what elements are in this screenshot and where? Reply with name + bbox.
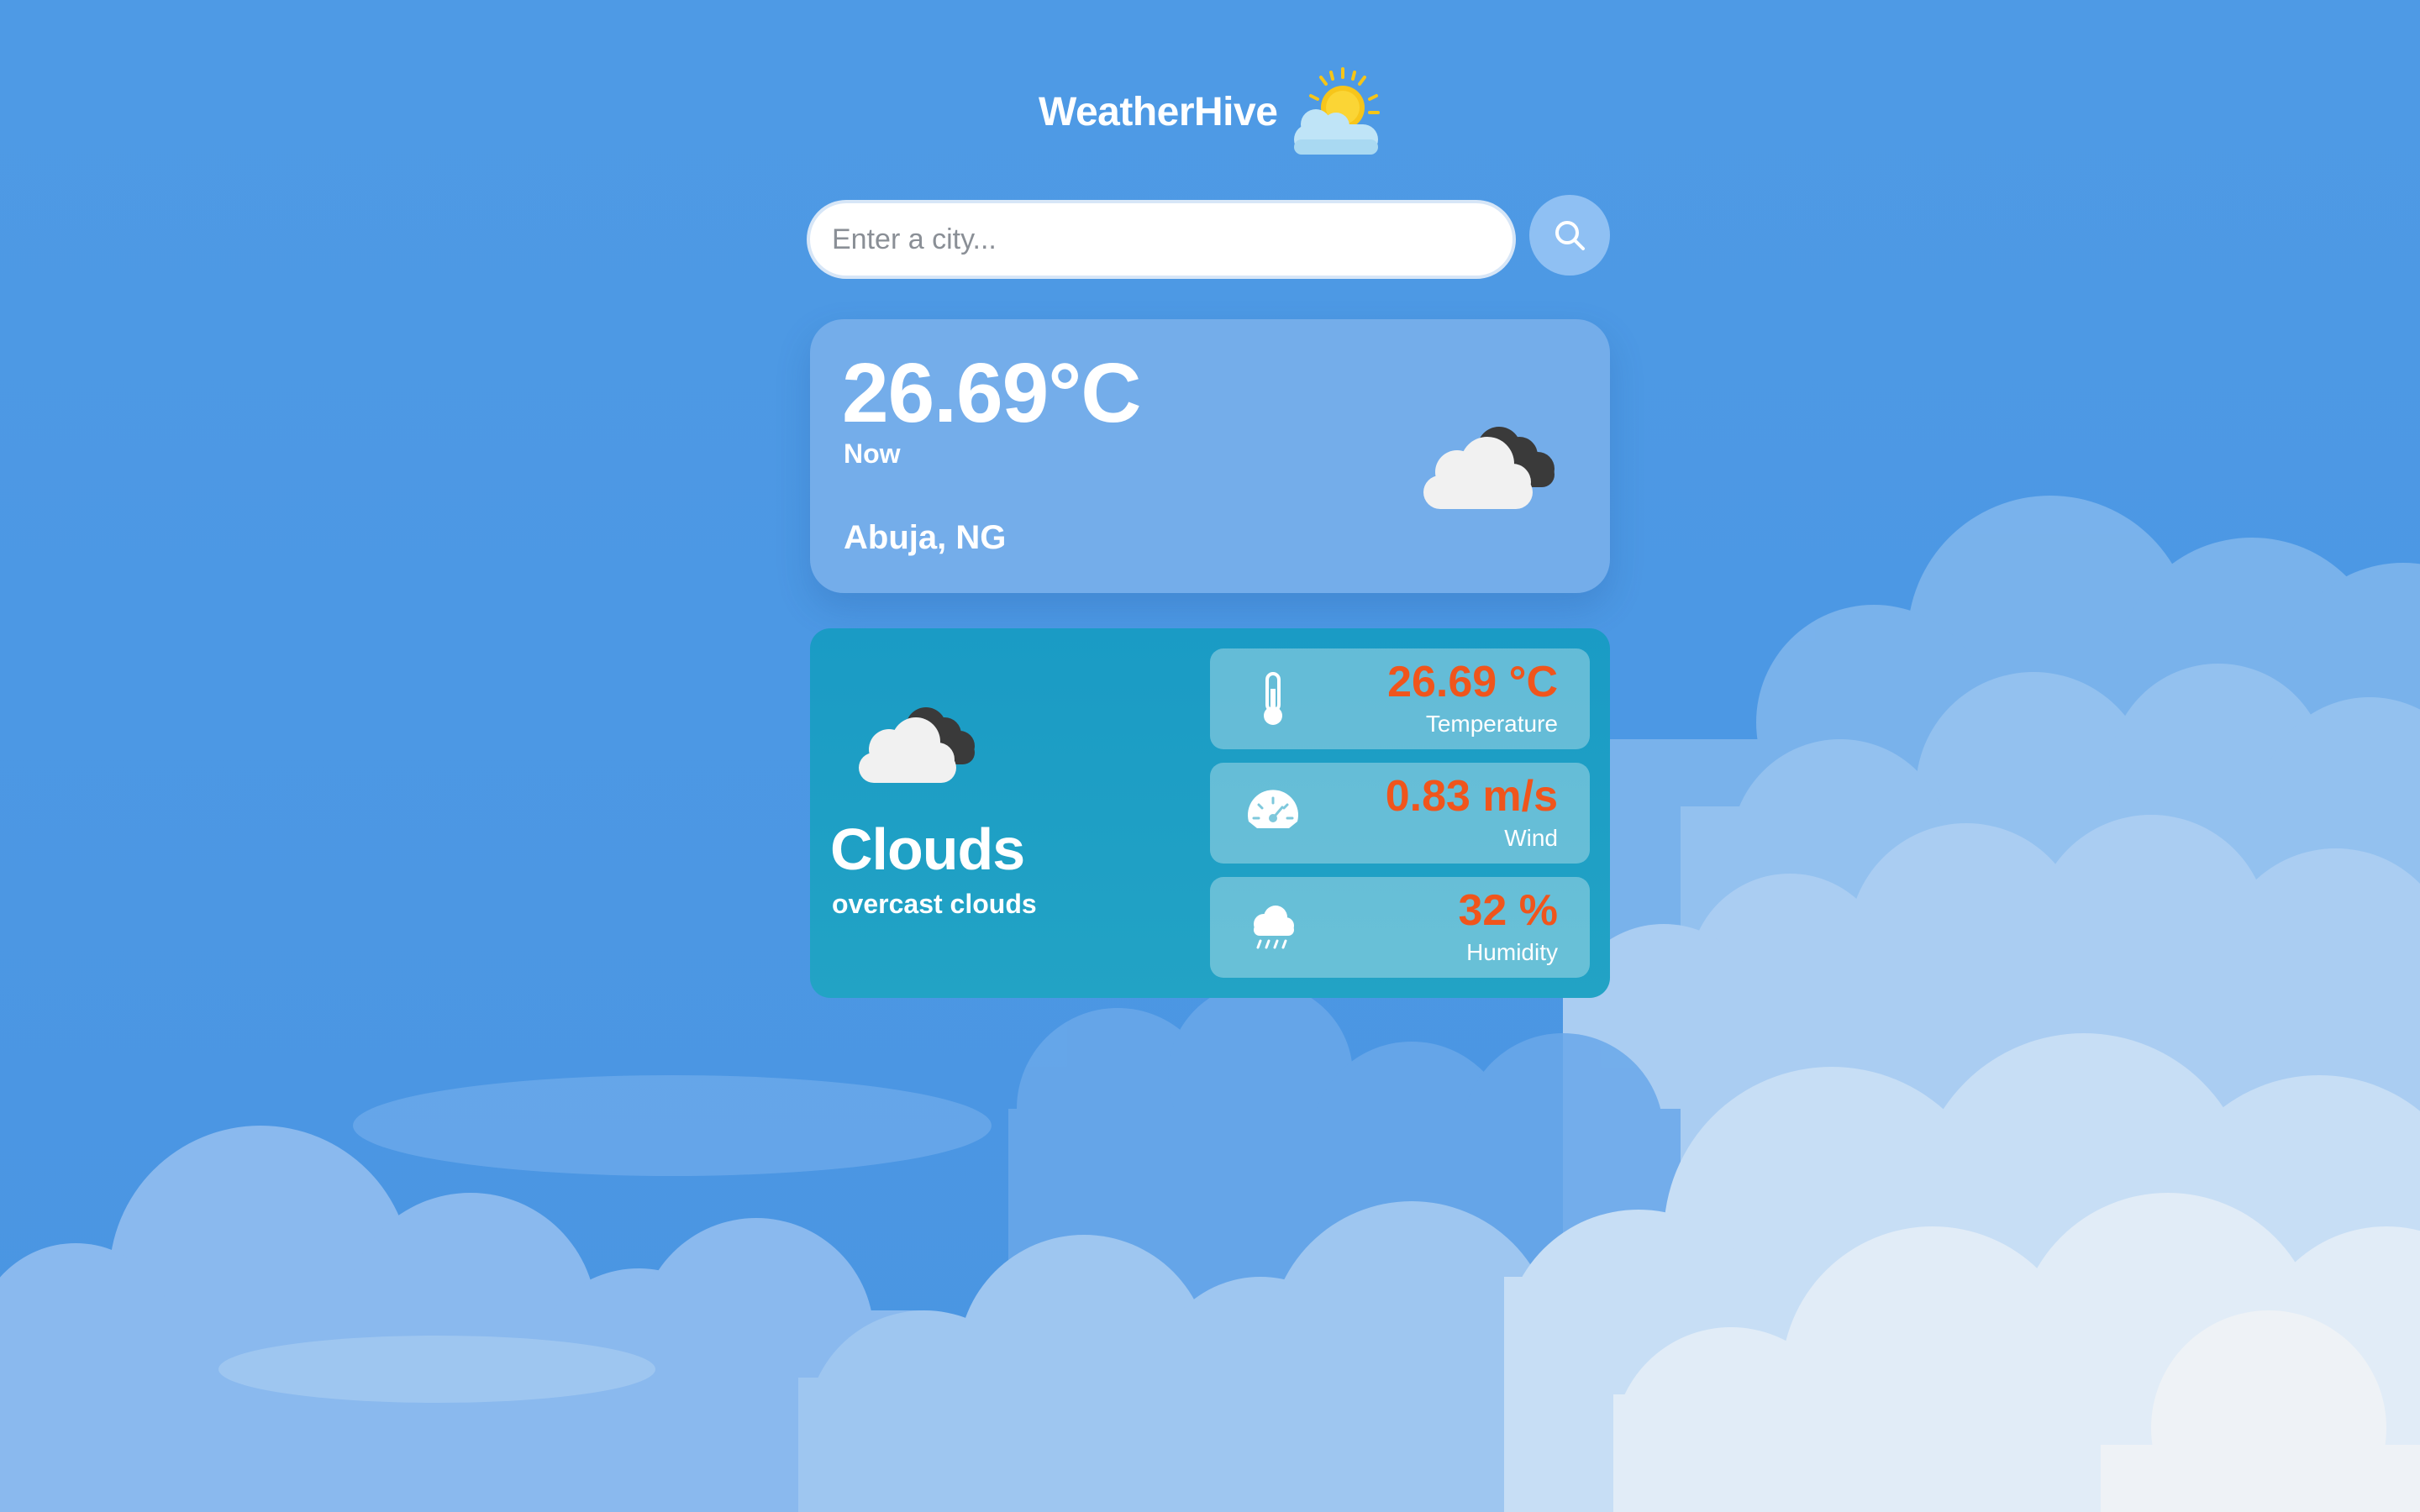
speedometer-icon xyxy=(1248,790,1298,828)
thermometer-icon xyxy=(1264,672,1282,725)
humidity-metric: 32 % Humidity xyxy=(1210,877,1590,978)
weather-details-card: Clouds overcast clouds 26.69 °C Temperat… xyxy=(810,628,1610,998)
current-weather-card: 26.69°C Now Abuja, NG xyxy=(810,319,1610,593)
wind-label: Wind xyxy=(1504,825,1558,851)
app-title: WeatherHive xyxy=(1039,90,1278,134)
humidity-label: Humidity xyxy=(1466,939,1558,965)
weather-description: overcast clouds xyxy=(832,889,1037,919)
rain-cloud-icon xyxy=(1254,906,1294,949)
current-temperature: 26.69°C xyxy=(842,346,1141,440)
overcast-clouds-icon xyxy=(859,707,975,783)
humidity-value: 32 % xyxy=(1458,886,1558,935)
city-search-input[interactable] xyxy=(807,200,1516,279)
sun-behind-cloud-icon xyxy=(1294,67,1380,155)
wind-metric: 0.83 m/s Wind xyxy=(1210,763,1590,864)
current-time-label: Now xyxy=(844,438,901,469)
temperature-metric: 26.69 °C Temperature xyxy=(1210,648,1590,749)
wind-value: 0.83 m/s xyxy=(1385,772,1558,821)
search-icon xyxy=(1555,221,1585,250)
overcast-clouds-icon xyxy=(1423,427,1555,509)
weather-app: WeatherHive Enter a city... 26.69°C Now … xyxy=(0,0,2420,1512)
search-button[interactable] xyxy=(1529,195,1610,276)
weather-condition: Clouds xyxy=(830,816,1025,882)
temperature-label: Temperature xyxy=(1425,711,1558,737)
temperature-value: 26.69 °C xyxy=(1387,658,1558,706)
current-location: Abuja, NG xyxy=(844,519,1007,556)
app-header: WeatherHive xyxy=(1039,66,1392,166)
